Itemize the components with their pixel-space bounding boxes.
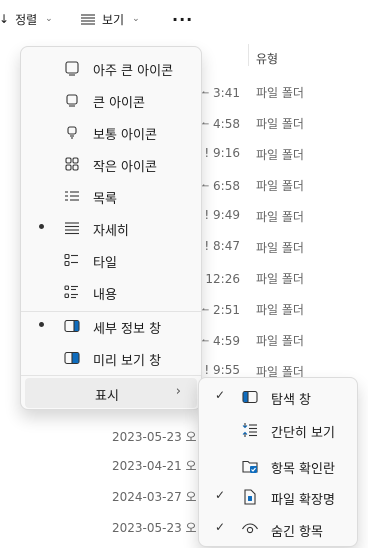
submenu-item-file-extensions[interactable]: ✓ 파일 확장명 [203, 482, 353, 512]
menu-item-details[interactable]: 자세히 [25, 213, 197, 243]
view-lines-icon [80, 13, 96, 25]
command-bar: ↓ 정렬 ⌄ 보기 ⌄ ··· [0, 0, 368, 38]
sort-button[interactable]: ↓ 정렬 ⌄ [0, 0, 53, 38]
medium-icons-icon [63, 124, 81, 140]
small-icons-icon [63, 156, 81, 172]
list-icon [63, 188, 81, 204]
more-icon: ··· [172, 9, 194, 29]
menu-item-preview-pane[interactable]: 미리 보기 창 [25, 343, 197, 373]
preview-pane-icon [63, 350, 81, 366]
chevron-down-icon: ⌄ [132, 14, 140, 24]
view-button[interactable]: 보기 ⌄ [80, 0, 140, 38]
menu-item-content[interactable]: 내용 [25, 277, 197, 307]
large-icons-icon [63, 92, 81, 108]
sort-arrow-icon: ↓ [0, 12, 10, 26]
menu-item-medium-icons[interactable]: 보통 아이콘 [25, 117, 197, 147]
menu-item-small-icons[interactable]: 작은 아이콘 [25, 149, 197, 179]
chevron-right-icon: › [175, 384, 181, 399]
menu-divider [21, 375, 201, 376]
view-menu: 아주 큰 아이콘 큰 아이콘 보통 아이콘 작은 아이콘 목록 자세히 타일 내… [20, 46, 202, 410]
submenu-item-hidden-items[interactable]: ✓ 숨긴 항목 [203, 514, 353, 544]
submenu-item-navigation-pane[interactable]: ✓ 탐색 창 [203, 382, 353, 412]
extra-large-icons-icon [63, 60, 81, 76]
sort-label: 정렬 [15, 12, 38, 27]
file-extensions-icon [241, 489, 259, 505]
chevron-down-icon: ⌄ [45, 14, 53, 24]
menu-item-list[interactable]: 목록 [25, 181, 197, 211]
details-icon [63, 220, 81, 236]
details-pane-icon [63, 318, 81, 334]
more-options-button[interactable]: ··· [172, 0, 193, 38]
navigation-pane-icon [241, 389, 259, 405]
menu-item-show[interactable]: 표시 › [25, 378, 197, 408]
menu-item-large-icons[interactable]: 큰 아이콘 [25, 85, 197, 115]
item-checkboxes-icon [241, 458, 259, 474]
content-icon [63, 284, 81, 300]
column-separator[interactable] [248, 44, 249, 66]
submenu-item-compact-view[interactable]: 간단히 보기 [203, 415, 353, 445]
submenu-item-item-checkboxes[interactable]: 항목 확인란 [203, 451, 353, 481]
menu-item-tiles[interactable]: 타일 [25, 245, 197, 275]
selected-bullet-icon [39, 224, 44, 229]
selected-bullet-icon [39, 322, 44, 327]
hidden-items-icon [241, 521, 259, 537]
checkmark-icon: ✓ [215, 488, 226, 502]
checkmark-icon: ✓ [215, 388, 226, 402]
compact-view-icon [241, 422, 259, 438]
menu-item-details-pane[interactable]: 세부 정보 창 [25, 311, 197, 341]
tiles-icon [63, 252, 81, 268]
menu-item-extra-large-icons[interactable]: 아주 큰 아이콘 [25, 53, 197, 83]
view-label: 보기 [102, 12, 125, 27]
show-submenu: ✓ 탐색 창 간단히 보기 항목 확인란 ✓ 파일 확장명 ✓ 숨긴 항목 [198, 377, 358, 547]
type-column-header[interactable]: 유형 [256, 50, 278, 67]
checkmark-icon: ✓ [215, 520, 226, 534]
